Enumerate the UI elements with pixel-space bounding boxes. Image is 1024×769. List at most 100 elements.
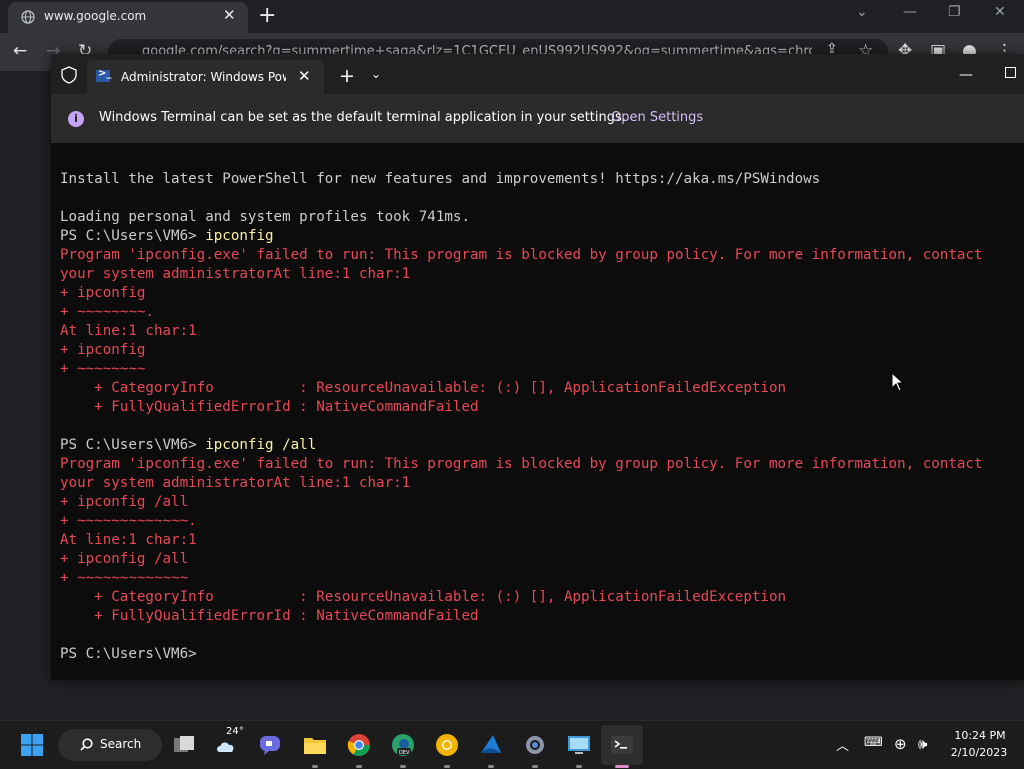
info-icon: i <box>68 111 84 127</box>
console-line: + ~~~~~~~~. <box>60 303 1020 322</box>
console-line: + ipconfig <box>60 341 1020 360</box>
chat-icon[interactable] <box>258 733 282 757</box>
start-icon[interactable] <box>20 733 44 757</box>
terminal-window: >_ Administrator: Windows PowerShell ✕ +… <box>51 54 1024 680</box>
file-explorer-icon[interactable] <box>303 733 327 757</box>
console-line: + CategoryInfo : ResourceUnavailable: (:… <box>60 379 1020 398</box>
terminal-titlebar: >_ Administrator: Windows PowerShell ✕ +… <box>51 54 1024 94</box>
console-text: + ~~~~~~~~~~~~~. <box>60 513 197 529</box>
keyboard-icon[interactable]: ⌨ <box>864 735 883 750</box>
console-line: Install the latest PowerShell for new fe… <box>60 170 1020 189</box>
terminal-tab-title: Administrator: Windows PowerShell <box>121 70 286 84</box>
globe-icon <box>21 10 35 24</box>
console-line: + CategoryInfo : ResourceUnavailable: (:… <box>60 588 1020 607</box>
console-text: + ~~~~~~~~. <box>60 304 154 320</box>
show-hidden-icons[interactable]: ︿ <box>836 735 849 754</box>
console-command: ipconfig /all <box>205 437 317 453</box>
close-tab-icon[interactable]: ✕ <box>298 67 311 85</box>
back-icon[interactable]: ← <box>13 41 27 61</box>
console-text: + FullyQualifiedErrorId : NativeCommandF… <box>60 399 479 415</box>
console-line: At line:1 char:1 <box>60 531 1020 550</box>
maximize-icon[interactable] <box>1005 67 1016 78</box>
volume-icon[interactable]: 🕪 <box>918 735 927 753</box>
mouse-cursor-icon <box>891 372 905 392</box>
console-text: + CategoryInfo : ResourceUnavailable: (:… <box>60 380 787 396</box>
clock-date[interactable]: 2/10/2023 <box>946 746 1012 759</box>
console-line: PS C:\Users\VM6> ipconfig <box>60 227 1020 246</box>
terminal-tab[interactable]: >_ Administrator: Windows PowerShell ✕ <box>87 60 324 94</box>
new-tab-button[interactable]: + <box>339 65 355 87</box>
chevron-down-icon[interactable]: ⌄ <box>371 67 381 81</box>
console-text: your system administratorAt line:1 char:… <box>60 266 411 282</box>
chrome-tab-title: www.google.com <box>44 9 147 23</box>
svg-text:DEV: DEV <box>399 750 410 756</box>
taskbar: Search 24° DEV ︿ ⌨ ⊕ 🕪 10:24 PM 2/10/202… <box>0 720 1024 769</box>
task-view-icon[interactable] <box>172 733 196 757</box>
search-icon <box>80 738 93 751</box>
close-window-icon[interactable]: ✕ <box>994 4 1006 20</box>
console-text: Program 'ipconfig.exe' failed to run: Th… <box>60 247 983 263</box>
settings-icon[interactable] <box>523 733 547 757</box>
windows-terminal-icon[interactable] <box>610 733 634 757</box>
powershell-icon: >_ <box>96 68 111 82</box>
new-tab-button[interactable]: + <box>258 3 276 28</box>
minimize-icon[interactable]: — <box>959 67 973 83</box>
chrome-tab[interactable]: www.google.com ✕ <box>8 2 248 33</box>
console-text: your system administratorAt line:1 char:… <box>60 475 411 491</box>
console-text: At line:1 char:1 <box>60 323 197 339</box>
console-text: + ~~~~~~~~~~~~~ <box>60 570 189 586</box>
console-line: Program 'ipconfig.exe' failed to run: Th… <box>60 246 1020 265</box>
console-text: At line:1 char:1 <box>60 532 197 548</box>
console-command: ipconfig <box>205 228 274 244</box>
console-text: + ~~~~~~~~ <box>60 361 146 377</box>
edge-dev-icon[interactable]: DEV <box>391 733 415 757</box>
search-label: Search <box>100 737 142 751</box>
infobar: i Windows Terminal can be set as the def… <box>51 94 1024 143</box>
console-text: + FullyQualifiedErrorId : NativeCommandF… <box>60 608 479 624</box>
chevron-down-icon[interactable]: ⌄ <box>856 4 868 20</box>
console-line: Program 'ipconfig.exe' failed to run: Th… <box>60 455 1020 474</box>
console-line: your system administratorAt line:1 char:… <box>60 474 1020 493</box>
console-text: Loading personal and system profiles too… <box>60 209 470 225</box>
console-text: + ipconfig /all <box>60 494 189 510</box>
console-text: PS C:\Users\VM6> <box>60 437 206 453</box>
console-text: + ipconfig <box>60 285 146 301</box>
console-line: At line:1 char:1 <box>60 322 1020 341</box>
console-line: + ~~~~~~~~ <box>60 360 1020 379</box>
remote-desktop-icon[interactable] <box>567 733 591 757</box>
open-settings-link[interactable]: Open Settings <box>611 110 703 125</box>
console-line: Loading personal and system profiles too… <box>60 208 1020 227</box>
console-line: + ipconfig /all <box>60 493 1020 512</box>
console-line: PS C:\Users\VM6> <box>60 645 1020 664</box>
minimize-icon[interactable]: — <box>903 4 917 20</box>
network-icon[interactable]: ⊕ <box>894 735 907 753</box>
console-text: + ipconfig /all <box>60 551 189 567</box>
close-tab-icon[interactable]: ✕ <box>223 6 236 24</box>
console-line: your system administratorAt line:1 char:… <box>60 265 1020 284</box>
console-text: + ipconfig <box>60 342 146 358</box>
console-text: Program 'ipconfig.exe' failed to run: Th… <box>60 456 983 472</box>
console-line: + ~~~~~~~~~~~~~ <box>60 569 1020 588</box>
console-line: + ipconfig /all <box>60 550 1020 569</box>
console-text: PS C:\Users\VM6> <box>60 646 206 662</box>
console-line: PS C:\Users\VM6> ipconfig /all <box>60 436 1020 455</box>
chrome-icon[interactable] <box>347 733 371 757</box>
azure-data-studio-icon[interactable] <box>479 733 503 757</box>
chrome-canary-icon[interactable] <box>435 733 459 757</box>
console-output[interactable]: Install the latest PowerShell for new fe… <box>60 170 1020 678</box>
console-text: Install the latest PowerShell for new fe… <box>60 171 821 187</box>
console-line: + FullyQualifiedErrorId : NativeCommandF… <box>60 398 1020 417</box>
weather-temperature: 24° <box>226 726 244 737</box>
console-line: + FullyQualifiedErrorId : NativeCommandF… <box>60 607 1020 626</box>
restore-icon[interactable]: ❐ <box>948 4 961 20</box>
console-text: + CategoryInfo : ResourceUnavailable: (:… <box>60 589 787 605</box>
console-line: + ~~~~~~~~~~~~~. <box>60 512 1020 531</box>
console-line: + ipconfig <box>60 284 1020 303</box>
shield-icon <box>61 66 77 84</box>
console-text: PS C:\Users\VM6> <box>60 228 206 244</box>
taskbar-search[interactable]: Search <box>58 729 162 761</box>
clock-time[interactable]: 10:24 PM <box>950 729 1010 742</box>
